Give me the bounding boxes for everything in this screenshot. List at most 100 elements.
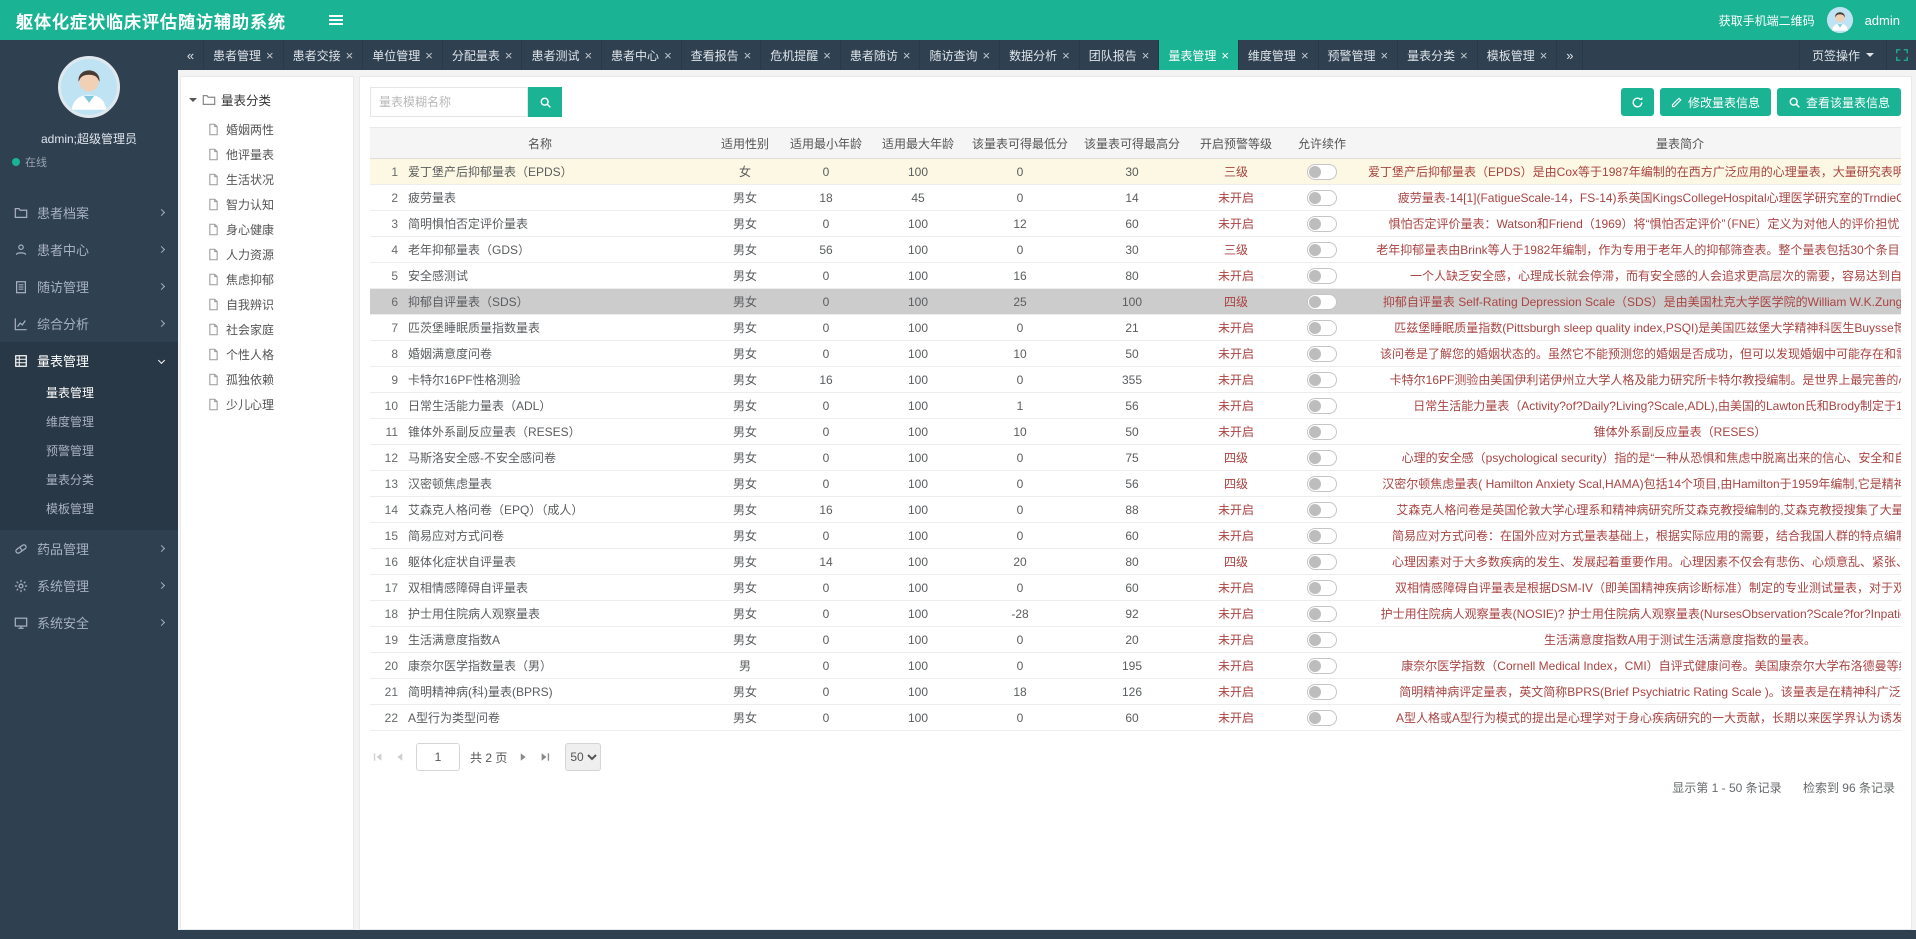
tab[interactable]: 危机提醒× bbox=[761, 40, 841, 70]
page-number-input[interactable] bbox=[416, 743, 460, 771]
tab-close-icon[interactable]: × bbox=[1301, 48, 1309, 63]
tab-close-icon[interactable]: × bbox=[1540, 48, 1548, 63]
tab[interactable]: 患者随访× bbox=[841, 40, 921, 70]
resume-toggle[interactable] bbox=[1307, 242, 1337, 258]
resume-toggle[interactable] bbox=[1307, 710, 1337, 726]
resume-toggle[interactable] bbox=[1307, 346, 1337, 362]
resume-toggle[interactable] bbox=[1307, 216, 1337, 232]
column-header[interactable]: 开启预警等级 bbox=[1188, 128, 1284, 159]
tree-item[interactable]: 焦虑抑郁 bbox=[187, 267, 347, 292]
table-row[interactable]: 14艾森克人格问卷（EPQ）（成人）男女16100088未开启艾森克人格问卷是英… bbox=[370, 497, 1901, 523]
refresh-button[interactable] bbox=[1621, 88, 1654, 116]
table-row[interactable]: 8婚姻满意度问卷男女01001050未开启该问卷是了解您的婚姻状态的。虽然它不能… bbox=[370, 341, 1901, 367]
table-row[interactable]: 11锥体外系副反应量表（RESES）男女01001050未开启锥体外系副反应量表… bbox=[370, 419, 1901, 445]
tab[interactable]: 单位管理× bbox=[363, 40, 443, 70]
sidebar-item[interactable]: 综合分析 bbox=[0, 305, 178, 342]
resume-toggle[interactable] bbox=[1307, 554, 1337, 570]
page-size-select[interactable]: 50 bbox=[565, 743, 601, 771]
table-row[interactable]: 3简明惧怕否定评价量表男女01001260未开启惧怕否定评价量表：Watson和… bbox=[370, 211, 1901, 237]
view-scale-button[interactable]: 查看该量表信息 bbox=[1777, 88, 1901, 116]
table-row[interactable]: 2疲劳量表男女1845014未开启疲劳量表-14[1](FatigueScale… bbox=[370, 185, 1901, 211]
tree-item[interactable]: 少儿心理 bbox=[187, 392, 347, 417]
table-row[interactable]: 6抑郁自评量表（SDS）男女010025100四级抑郁自评量表 Self-Rat… bbox=[370, 289, 1901, 315]
first-page-button[interactable] bbox=[372, 751, 384, 763]
sidebar-subitem[interactable]: 预警管理 bbox=[0, 437, 178, 466]
tree-item[interactable]: 社会家庭 bbox=[187, 317, 347, 342]
resume-toggle[interactable] bbox=[1307, 294, 1337, 310]
tab[interactable]: 量表分类× bbox=[1398, 40, 1478, 70]
resume-toggle[interactable] bbox=[1307, 632, 1337, 648]
user-avatar[interactable] bbox=[1827, 7, 1853, 33]
table-row[interactable]: 22A型行为类型问卷男女0100060未开启A型人格或A型行为模式的提出是心理学… bbox=[370, 705, 1901, 731]
profile-avatar[interactable] bbox=[58, 56, 120, 118]
tab[interactable]: 患者交接× bbox=[284, 40, 364, 70]
sidebar-item[interactable]: 系统管理 bbox=[0, 567, 178, 604]
tree-item[interactable]: 婚姻两性 bbox=[187, 117, 347, 142]
tab-actions-dropdown[interactable]: 页签操作 bbox=[1799, 40, 1886, 70]
column-header[interactable]: 允许续作 bbox=[1284, 128, 1360, 159]
tree-item[interactable]: 智力认知 bbox=[187, 192, 347, 217]
last-page-button[interactable] bbox=[539, 751, 551, 763]
table-row[interactable]: 9卡特尔16PF性格测验男女161000355未开启卡特尔16PF测验由美国伊利… bbox=[370, 367, 1901, 393]
table-row[interactable]: 17双相情感障碍自评量表男女0100060未开启双相情感障碍自评量表是根据DSM… bbox=[370, 575, 1901, 601]
resume-toggle[interactable] bbox=[1307, 450, 1337, 466]
tab-close-icon[interactable]: × bbox=[1062, 48, 1070, 63]
table-row[interactable]: 7匹茨堡睡眠质量指数量表男女0100021未开启匹兹堡睡眠质量指数(Pittsb… bbox=[370, 315, 1901, 341]
tab[interactable]: 量表管理× bbox=[1159, 40, 1239, 70]
resume-toggle[interactable] bbox=[1307, 684, 1337, 700]
tree-item[interactable]: 身心健康 bbox=[187, 217, 347, 242]
table-row[interactable]: 4老年抑郁量表（GDS）男女56100030三级老年抑郁量表由Brink等人于1… bbox=[370, 237, 1901, 263]
sidebar-subitem[interactable]: 模板管理 bbox=[0, 495, 178, 524]
sidebar-subitem[interactable]: 量表管理 bbox=[0, 379, 178, 408]
column-header[interactable]: 量表简介 bbox=[1360, 128, 1901, 159]
resume-toggle[interactable] bbox=[1307, 372, 1337, 388]
tab[interactable]: 患者管理× bbox=[204, 40, 284, 70]
tree-caret-icon[interactable] bbox=[189, 98, 197, 102]
tab-close-icon[interactable]: × bbox=[584, 48, 592, 63]
table-row[interactable]: 12马斯洛安全感-不安全感问卷男女0100075四级心理的安全感（psychol… bbox=[370, 445, 1901, 471]
sidebar-subitem[interactable]: 维度管理 bbox=[0, 408, 178, 437]
resume-toggle[interactable] bbox=[1307, 398, 1337, 414]
resume-toggle[interactable] bbox=[1307, 658, 1337, 674]
sidebar-item[interactable]: 药品管理 bbox=[0, 530, 178, 567]
tab[interactable]: 模板管理× bbox=[1478, 40, 1558, 70]
column-header[interactable]: 该量表可得最高分 bbox=[1076, 128, 1188, 159]
resume-toggle[interactable] bbox=[1307, 320, 1337, 336]
tab-close-icon[interactable]: × bbox=[983, 48, 991, 63]
edit-scale-button[interactable]: 修改量表信息 bbox=[1660, 88, 1771, 116]
tab[interactable]: 预警管理× bbox=[1319, 40, 1399, 70]
table-row[interactable]: 16躯体化症状自评量表男女141002080四级心理因素对于大多数疾病的发生、发… bbox=[370, 549, 1901, 575]
resume-toggle[interactable] bbox=[1307, 190, 1337, 206]
tree-item[interactable]: 生活状况 bbox=[187, 167, 347, 192]
table-scroll-container[interactable]: 名称适用性别适用最小年龄适用最大年龄该量表可得最低分该量表可得最高分开启预警等级… bbox=[370, 127, 1901, 731]
tab-close-icon[interactable]: × bbox=[823, 48, 831, 63]
resume-toggle[interactable] bbox=[1307, 606, 1337, 622]
sidebar-item[interactable]: 系统安全 bbox=[0, 604, 178, 641]
resume-toggle[interactable] bbox=[1307, 502, 1337, 518]
tab-close-icon[interactable]: × bbox=[664, 48, 672, 63]
tree-root[interactable]: 量表分类 bbox=[187, 87, 347, 117]
resume-toggle[interactable] bbox=[1307, 580, 1337, 596]
table-row[interactable]: 1爱丁堡产后抑郁量表（EPDS）女0100030三级爱丁堡产后抑郁量表（EPDS… bbox=[370, 159, 1901, 185]
sidebar-item[interactable]: 患者档案 bbox=[0, 194, 178, 231]
table-row[interactable]: 5安全感测试男女01001680未开启一个人缺乏安全感，心理成长就会停滞，而有安… bbox=[370, 263, 1901, 289]
tab[interactable]: 维度管理× bbox=[1239, 40, 1319, 70]
tab-close-icon[interactable]: × bbox=[903, 48, 911, 63]
expand-icon[interactable] bbox=[1886, 40, 1916, 70]
search-button[interactable] bbox=[528, 87, 562, 117]
next-page-button[interactable] bbox=[517, 751, 529, 763]
tree-item[interactable]: 自我辨识 bbox=[187, 292, 347, 317]
table-row[interactable]: 15简易应对方式问卷男女0100060未开启简易应对方式问卷：在国外应对方式量表… bbox=[370, 523, 1901, 549]
header-username[interactable]: admin bbox=[1865, 13, 1900, 28]
table-row[interactable]: 19生活满意度指数A男女0100020未开启生活满意度指数A用于测试生活满意度指… bbox=[370, 627, 1901, 653]
column-header[interactable]: 名称 bbox=[370, 128, 710, 159]
tab[interactable]: 随访查询× bbox=[920, 40, 1000, 70]
tree-item[interactable]: 个性人格 bbox=[187, 342, 347, 367]
hamburger-menu-icon[interactable] bbox=[328, 12, 344, 28]
table-row[interactable]: 13汉密顿焦虑量表男女0100056四级汉密尔顿焦虑量表( Hamilton A… bbox=[370, 471, 1901, 497]
search-input[interactable] bbox=[370, 87, 528, 117]
tab[interactable]: 患者中心× bbox=[602, 40, 682, 70]
table-row[interactable]: 21简明精神病(科)量表(BPRS)男女010018126未开启简明精神病评定量… bbox=[370, 679, 1901, 705]
column-header[interactable]: 适用最小年龄 bbox=[780, 128, 872, 159]
tab-close-icon[interactable]: × bbox=[266, 48, 274, 63]
